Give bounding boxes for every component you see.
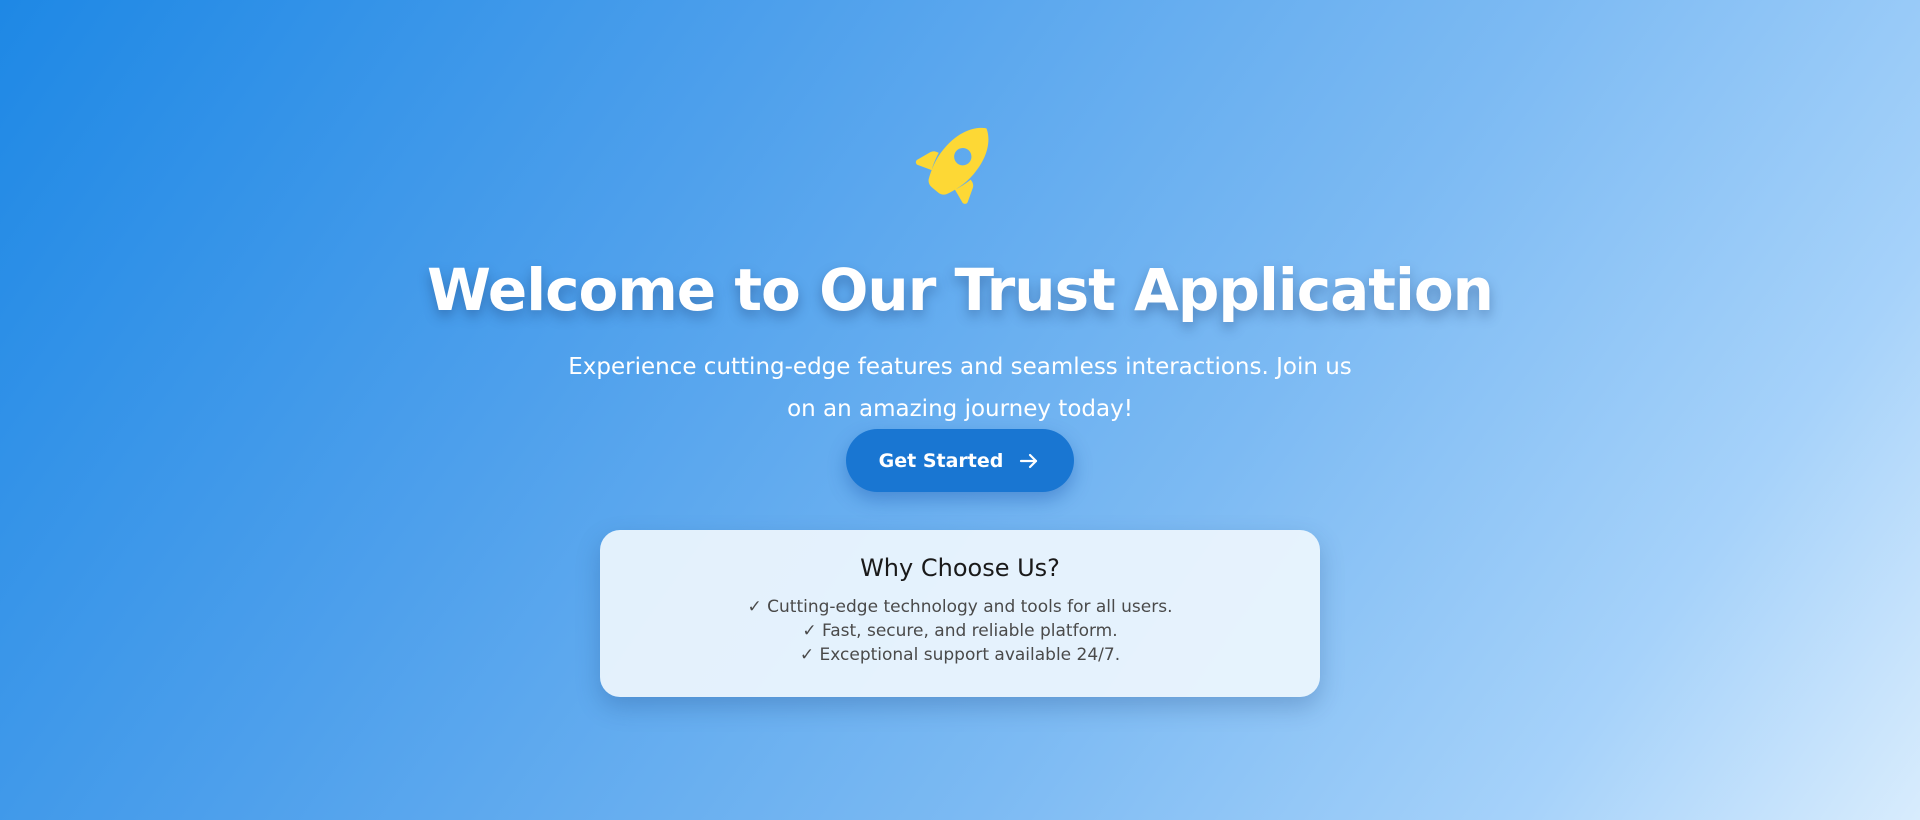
get-started-button[interactable]: Get Started bbox=[846, 429, 1074, 492]
page-subtitle: Experience cutting-edge features and sea… bbox=[568, 354, 1352, 422]
feature-item: ✓ Fast, secure, and reliable platform. bbox=[802, 621, 1118, 641]
page-title: Welcome to Our Trust Application bbox=[427, 256, 1494, 324]
arrow-right-icon bbox=[1017, 449, 1041, 473]
rocket-icon bbox=[908, 108, 1012, 212]
feature-list: ✓ Cutting-edge technology and tools for … bbox=[600, 595, 1320, 667]
feature-item: ✓ Exceptional support available 24/7. bbox=[799, 645, 1121, 665]
card-title: Why Choose Us? bbox=[860, 554, 1060, 582]
why-choose-us-card: Why Choose Us? ✓ Cutting-edge technology… bbox=[600, 530, 1320, 697]
feature-item: ✓ Cutting-edge technology and tools for … bbox=[747, 597, 1173, 617]
get-started-label: Get Started bbox=[878, 449, 1004, 472]
hero-section: Welcome to Our Trust Application Experie… bbox=[0, 0, 1920, 820]
